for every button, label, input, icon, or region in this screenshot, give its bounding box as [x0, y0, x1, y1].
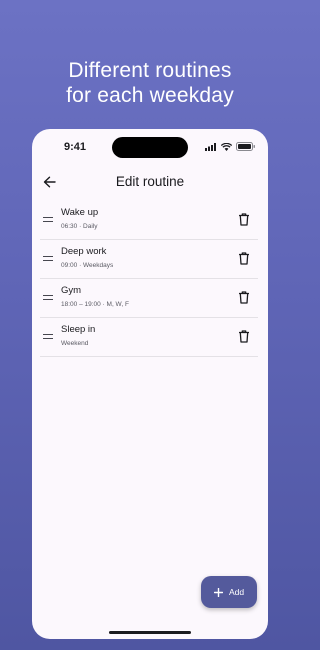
- routine-schedule: 18:00 – 19:00 · M, W, F: [61, 301, 129, 308]
- status-bar: 9:41: [32, 129, 268, 167]
- list-item[interactable]: Gym 18:00 – 19:00 · M, W, F: [40, 279, 258, 318]
- delete-icon[interactable]: [238, 252, 250, 265]
- routine-title: Sleep in: [61, 324, 96, 335]
- drag-handle-icon[interactable]: [43, 295, 53, 301]
- page-title: Edit routine: [115, 174, 185, 189]
- add-button-label: Add: [228, 587, 245, 597]
- status-time: 9:41: [64, 141, 87, 153]
- battery-icon: [236, 142, 255, 151]
- routine-list: Wake up 06:30 · Daily Deep work 09:00 · …: [40, 201, 258, 357]
- cellular-signal-icon: [205, 142, 216, 151]
- routine-schedule: Weekend: [61, 340, 89, 347]
- phone-screen: 9:41 Edit routine Wake up 06:30 · Daily …: [32, 129, 268, 639]
- status-icons: [205, 142, 256, 151]
- wifi-icon: [221, 142, 232, 151]
- app-bar: Edit routine: [32, 167, 268, 197]
- dynamic-island: [112, 137, 188, 158]
- routine-title: Gym: [61, 285, 82, 296]
- routine-title: Deep work: [61, 246, 107, 257]
- routine-schedule: 06:30 · Daily: [61, 223, 98, 230]
- drag-handle-icon[interactable]: [43, 217, 53, 223]
- home-indicator: [109, 631, 191, 634]
- delete-icon[interactable]: [238, 291, 250, 304]
- drag-handle-icon[interactable]: [43, 334, 53, 340]
- drag-handle-icon[interactable]: [43, 256, 53, 262]
- routine-title: Wake up: [61, 207, 99, 218]
- promo-headline: Different routines for each weekday: [66, 59, 234, 107]
- add-routine-button[interactable]: Add: [201, 576, 257, 608]
- delete-icon[interactable]: [238, 213, 250, 226]
- routine-schedule: 09:00 · Weekdays: [61, 262, 114, 269]
- list-item[interactable]: Wake up 06:30 · Daily: [40, 201, 258, 240]
- plus-icon: [213, 587, 223, 597]
- list-item[interactable]: Deep work 09:00 · Weekdays: [40, 240, 258, 279]
- list-item[interactable]: Sleep in Weekend: [40, 318, 258, 357]
- delete-icon[interactable]: [238, 330, 250, 343]
